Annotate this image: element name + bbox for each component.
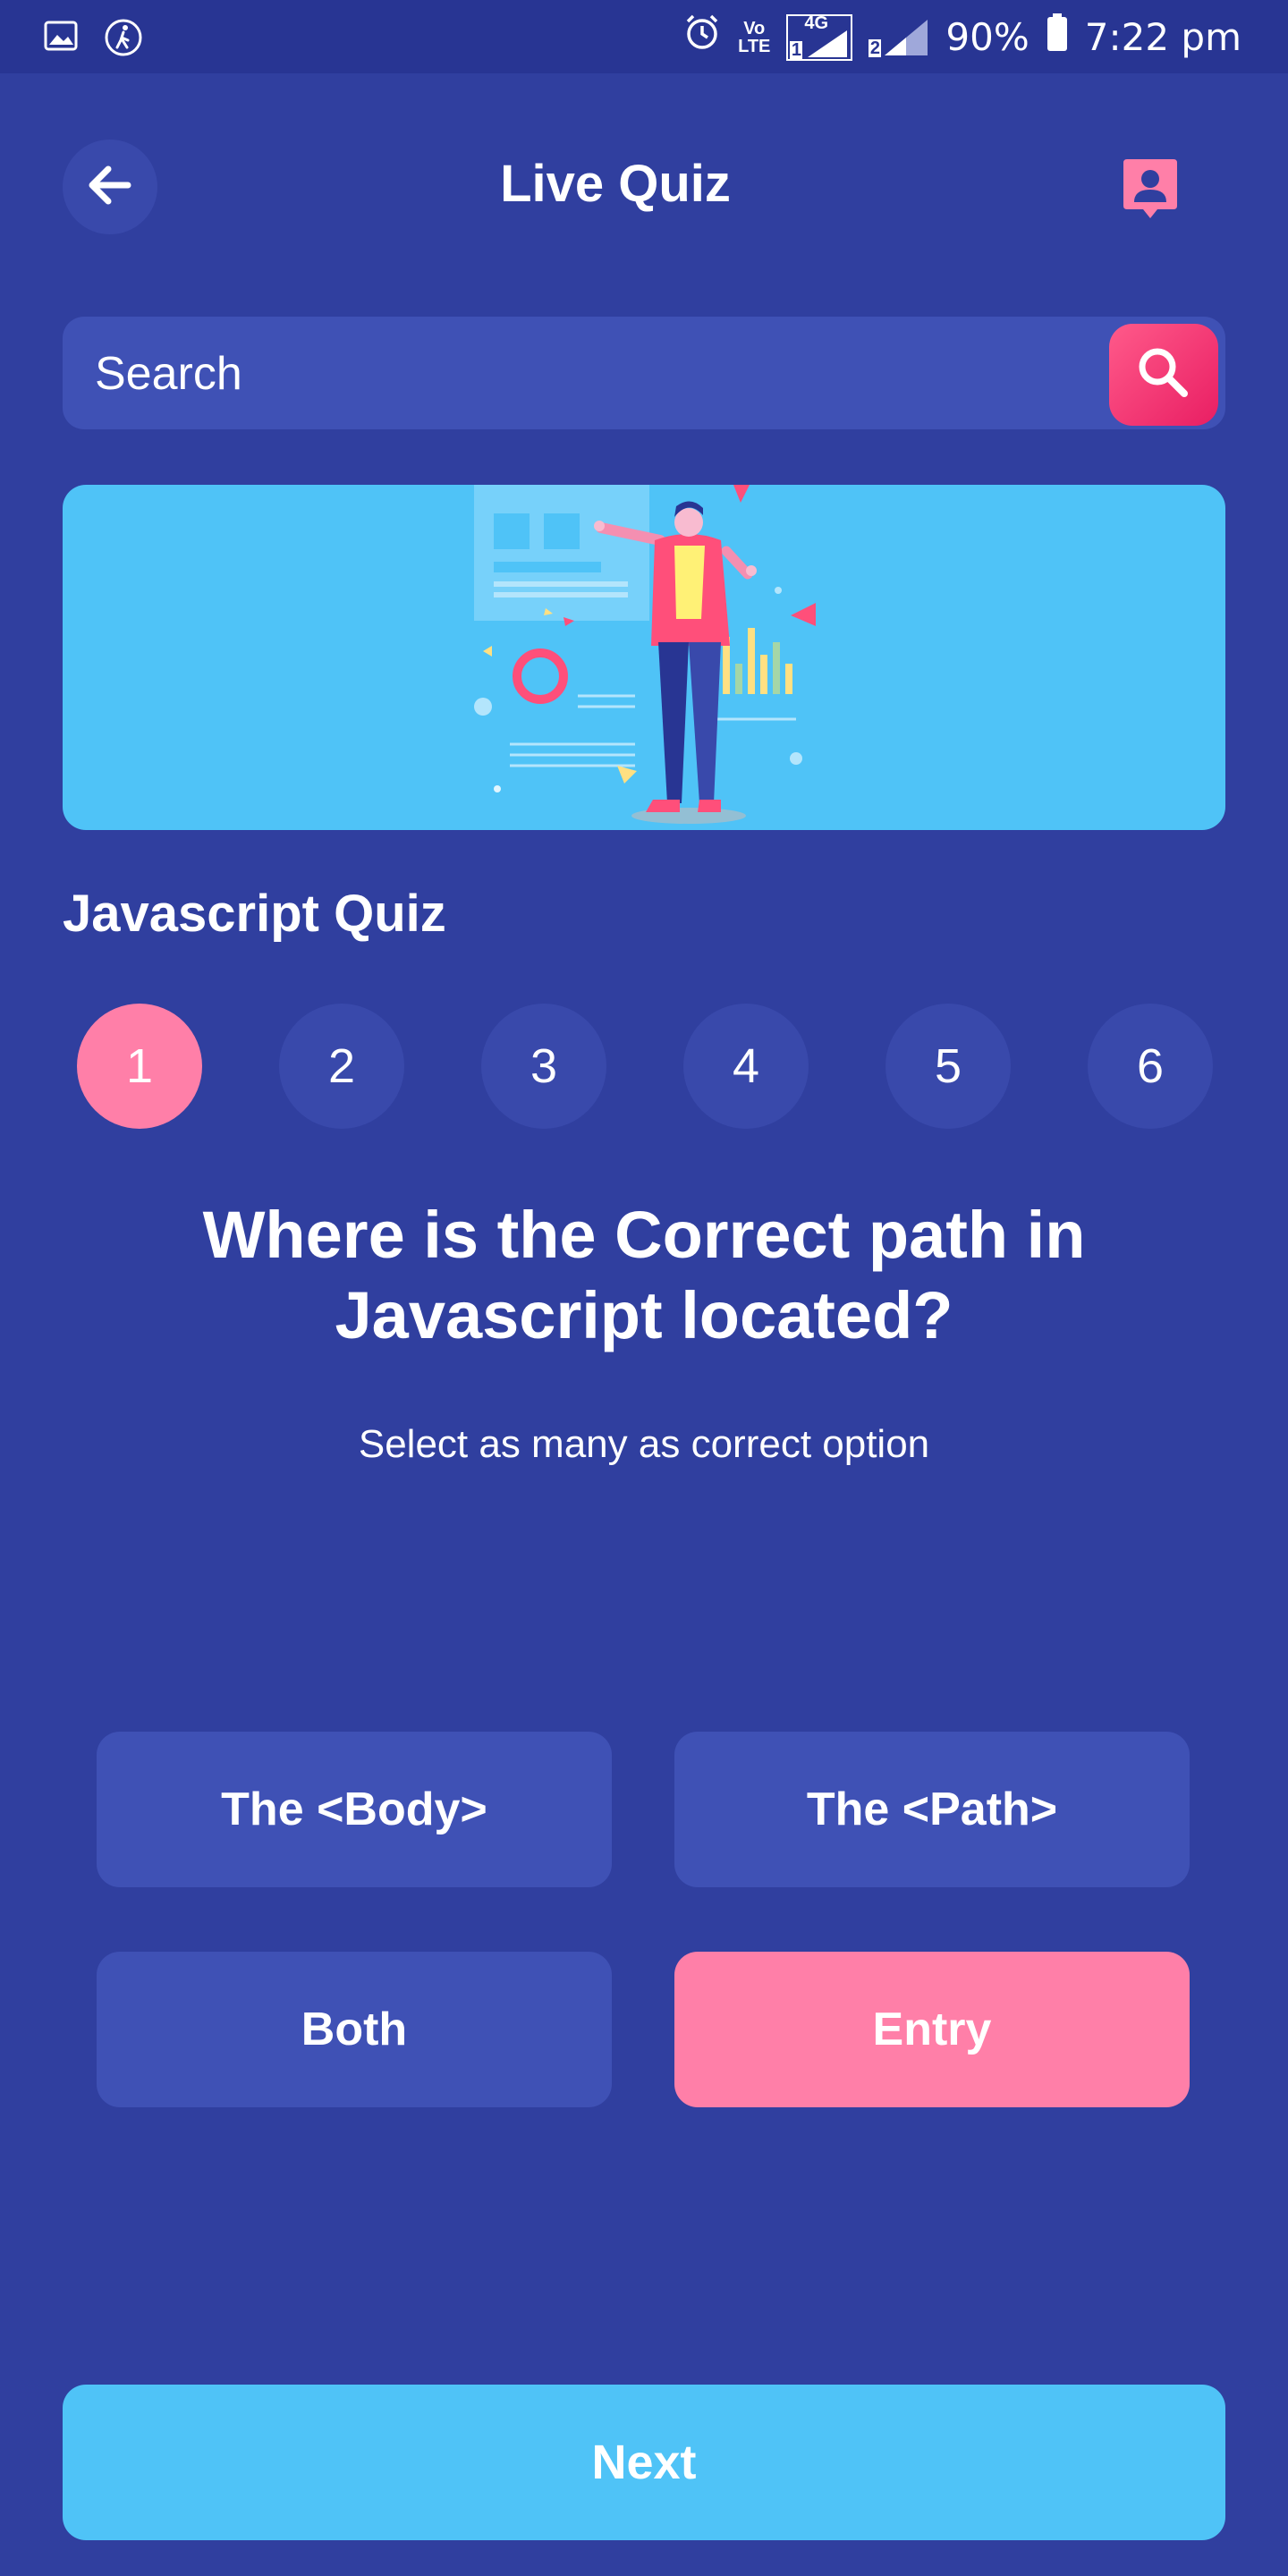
gallery-icon — [43, 18, 79, 62]
volte-top: Vo — [743, 18, 766, 38]
step-2[interactable]: 2 — [279, 1004, 404, 1129]
search-input[interactable] — [93, 317, 1063, 431]
question-text: Where is the Correct path in Javascript … — [202, 1198, 1086, 1352]
option-path[interactable]: The <Path> — [674, 1732, 1190, 1887]
quiz-title: Javascript Quiz — [63, 885, 446, 943]
sim2-signal-icon: 2 — [869, 16, 929, 59]
battery-percent: 90% — [945, 15, 1030, 59]
sim1-label: 1 — [790, 39, 803, 60]
next-button[interactable]: Next — [63, 2385, 1225, 2540]
option-body[interactable]: The <Body> — [97, 1732, 612, 1887]
step-5[interactable]: 5 — [886, 1004, 1011, 1129]
step-3[interactable]: 3 — [481, 1004, 606, 1129]
step-6[interactable]: 6 — [1088, 1004, 1213, 1129]
status-right-icons: Vo LTE 4G 1 2 90% 7:22 pm — [682, 13, 1241, 62]
user-badge-icon — [1118, 159, 1182, 225]
page-title: Live Quiz — [500, 155, 731, 213]
option-entry[interactable]: Entry — [674, 1952, 1190, 2107]
option-both[interactable]: Both — [97, 1952, 612, 2107]
volte-icon: Vo LTE — [738, 20, 770, 55]
instruction-text: Select as many as correct option — [358, 1422, 930, 1466]
quiz-banner — [63, 485, 1225, 830]
status-left-icons — [43, 18, 143, 62]
walking-icon — [104, 18, 143, 62]
search-button[interactable] — [1109, 324, 1218, 426]
step-1[interactable]: 1 — [77, 1004, 202, 1129]
sim2-label: 2 — [869, 38, 882, 58]
step-4[interactable]: 4 — [683, 1004, 809, 1129]
presenter-with-charts-illustration — [474, 485, 816, 824]
profile-button[interactable] — [1118, 157, 1182, 222]
clock: 7:22 pm — [1084, 15, 1241, 59]
search-icon — [1132, 342, 1195, 409]
status-bar: Vo LTE 4G 1 2 90% 7:22 pm — [0, 0, 1288, 73]
question-steps: 1 2 3 4 5 6 — [77, 1004, 1213, 1129]
volte-bottom: LTE — [738, 36, 771, 56]
battery-icon — [1046, 13, 1069, 62]
search-bar — [63, 317, 1225, 431]
sim1-4g-signal-icon: 4G 1 — [786, 13, 853, 61]
alarm-icon — [682, 13, 722, 62]
